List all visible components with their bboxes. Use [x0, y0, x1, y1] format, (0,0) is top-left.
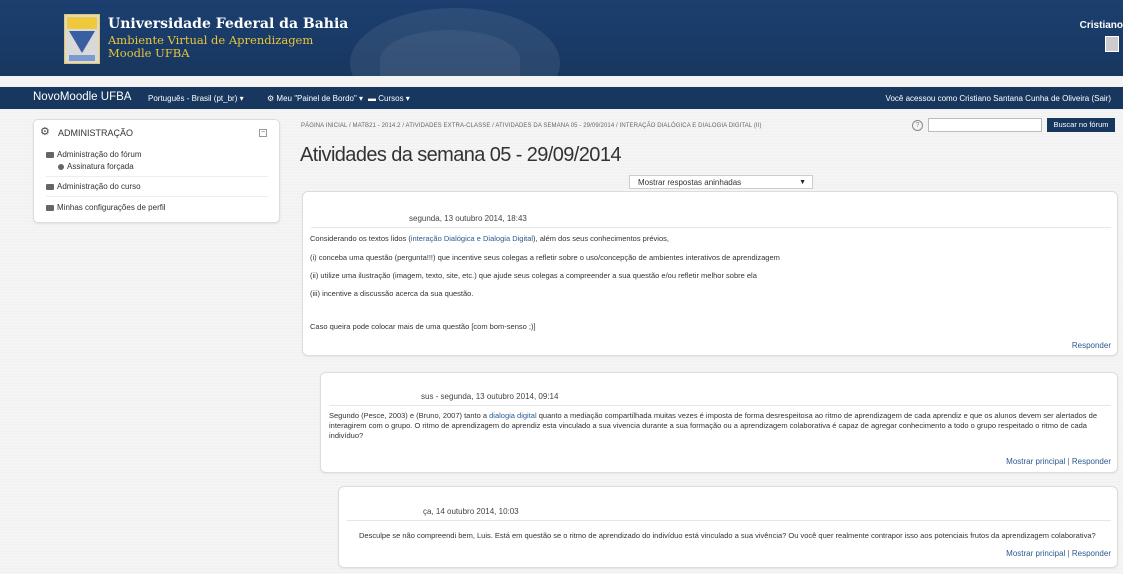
display-mode-select[interactable]: Mostrar respostas aninhadas ▼	[629, 175, 813, 189]
forum-post: ça, 14 outubro 2014, 10:03 Desculpe se n…	[338, 486, 1118, 568]
admin-item-label: Assinatura forçada	[67, 162, 134, 171]
post-text-part: Segundo (Pesce, 2003) e (Bruno, 2007) ta…	[329, 411, 490, 420]
reply-link[interactable]: Responder	[1072, 457, 1111, 466]
post-meta: ça, 14 outubro 2014, 10:03	[423, 507, 519, 516]
dashboard-icon: ⚙	[267, 94, 275, 103]
post-line: (ii) utilize uma ilustração (imagem, tex…	[310, 271, 757, 280]
post-meta: sus - segunda, 13 outubro 2014, 09:14	[421, 392, 559, 401]
search-input[interactable]	[928, 118, 1042, 132]
post-line: Considerando os textos lidos (interação …	[310, 234, 669, 243]
divider	[46, 176, 268, 177]
action-separator: |	[1067, 457, 1070, 466]
collapse-icon[interactable]: −	[259, 129, 267, 137]
logo-shield	[69, 31, 95, 53]
dialogia-link[interactable]: dialogia digital	[489, 411, 537, 420]
courses-menu[interactable]: ▬ Cursos ▾	[368, 94, 410, 103]
header-user-name[interactable]: Cristiano	[1080, 20, 1123, 31]
gears-icon: ⚙	[40, 126, 50, 138]
divider	[347, 520, 1111, 521]
help-icon[interactable]: ?	[912, 120, 923, 131]
admin-item-forced-subscription[interactable]: Assinatura forçada	[58, 162, 134, 171]
university-name[interactable]: Universidade Federal da Bahia	[108, 16, 348, 32]
admin-item-forum[interactable]: Administração do fórum	[46, 150, 141, 159]
admin-item-course[interactable]: Administração do curso	[46, 182, 141, 191]
courses-icon: ▬	[368, 94, 376, 103]
post-actions: Mostrar principal | Responder	[1006, 457, 1111, 466]
dashboard-menu[interactable]: ⚙ Meu "Painel de Bordo" ▾	[267, 94, 363, 103]
moodle-name: Moodle UFBA	[108, 46, 190, 58]
admin-item-label: Administração do curso	[57, 182, 141, 191]
admin-block: ⚙ ADMINISTRAÇÃO − Administração do fórum…	[33, 119, 280, 223]
divider	[311, 227, 1111, 228]
action-separator: |	[1067, 549, 1070, 558]
site-header: Universidade Federal da Bahia Ambiente V…	[0, 0, 1123, 76]
logo-crown	[67, 17, 97, 29]
post-line: (iii) incentive a discussão acerca da su…	[310, 289, 474, 298]
dot-icon	[58, 163, 64, 170]
logo-base	[69, 55, 95, 61]
post-actions: Responder	[1072, 341, 1111, 350]
post-text: Desculpe se não compreendi bem, Luis. Es…	[359, 531, 1096, 540]
login-info[interactable]: Você acessou como Cristiano Santana Cunh…	[886, 94, 1111, 103]
folder-icon	[46, 183, 54, 190]
reply-link[interactable]: Responder	[1072, 341, 1111, 350]
admin-item-label: Minhas configurações de perfil	[57, 203, 166, 212]
chevron-down-icon: ▼	[799, 179, 806, 186]
post-line: Caso queira pode colocar mais de uma que…	[310, 322, 536, 331]
folder-icon	[46, 151, 54, 158]
admin-item-profile-settings[interactable]: Minhas configurações de perfil	[46, 203, 166, 212]
avatar[interactable]	[1105, 36, 1119, 52]
folder-icon	[46, 204, 54, 211]
divider	[46, 196, 268, 197]
admin-item-label: Administração do fórum	[57, 150, 142, 159]
post-meta: segunda, 13 outubro 2014, 18:43	[409, 214, 527, 223]
post-actions: Mostrar principal | Responder	[1006, 549, 1111, 558]
forum-post: sus - segunda, 13 outubro 2014, 09:14 Se…	[320, 372, 1118, 473]
show-parent-link[interactable]: Mostrar principal	[1006, 457, 1065, 466]
reply-link[interactable]: Responder	[1072, 549, 1111, 558]
post-text: Segundo (Pesce, 2003) e (Bruno, 2007) ta…	[329, 411, 1111, 441]
environment-name: Ambiente Virtual de Aprendizagem	[108, 33, 314, 47]
breadcrumb[interactable]: PÁGINA INICIAL / MATB21 - 2014.2 / ATIVI…	[301, 123, 762, 129]
admin-block-title[interactable]: ADMINISTRAÇÃO	[58, 128, 133, 138]
ufba-logo[interactable]	[64, 14, 100, 64]
show-parent-link[interactable]: Mostrar principal	[1006, 549, 1065, 558]
main-navbar: NovoMoodle UFBA Português - Brasil (pt_b…	[0, 87, 1123, 109]
post-line: (i) conceba uma questão (pergunta!!!) qu…	[310, 253, 780, 262]
language-menu[interactable]: Português - Brasil (pt_br) ▾	[148, 94, 244, 103]
post-text: ), além dos seus conhecimentos prévios,	[533, 234, 669, 243]
dashboard-menu-label: Meu "Painel de Bordo" ▾	[276, 94, 364, 103]
post-text: Considerando os textos lidos (	[310, 234, 411, 243]
search-button[interactable]: Buscar no fórum	[1047, 118, 1115, 132]
page-title: Atividades da semana 05 - 29/09/2014	[300, 144, 621, 166]
display-mode-value: Mostrar respostas aninhadas	[638, 178, 742, 187]
courses-menu-label: Cursos ▾	[378, 94, 410, 103]
brand-link[interactable]: NovoMoodle UFBA	[33, 91, 131, 103]
forum-post: segunda, 13 outubro 2014, 18:43 Consider…	[302, 191, 1118, 356]
divider	[329, 405, 1111, 406]
reading-link[interactable]: interação Dialógica e Dialogia Digital	[411, 234, 533, 243]
